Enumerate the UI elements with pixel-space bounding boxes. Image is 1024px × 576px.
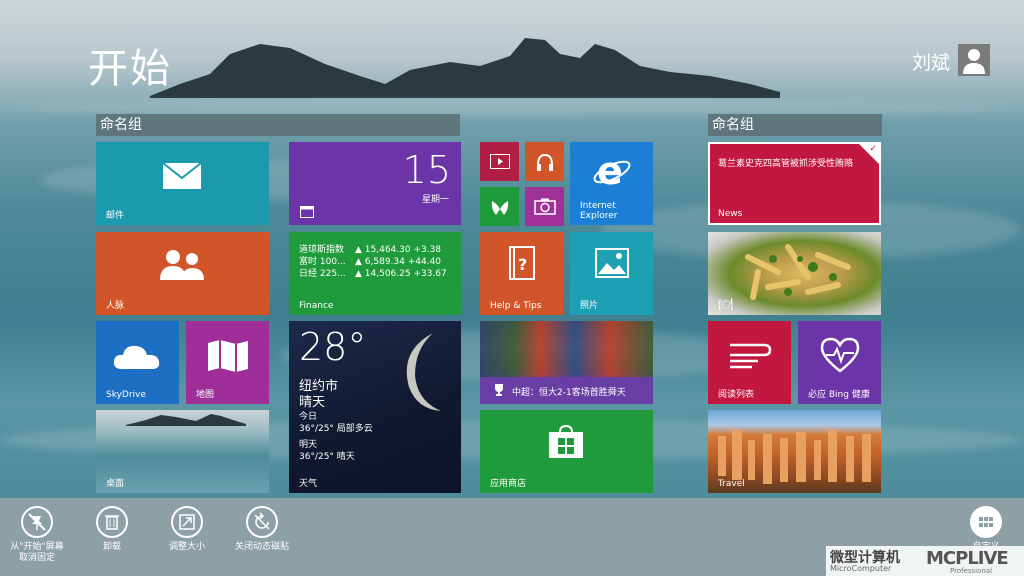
tile-video[interactable] <box>480 142 519 181</box>
weather-temp: 28° <box>299 325 367 369</box>
live-tile-off-icon <box>246 506 278 538</box>
moon-icon <box>406 333 441 411</box>
resize-button[interactable]: 调整大小 <box>147 506 227 553</box>
group-header-1[interactable]: 命名组 <box>96 114 460 136</box>
tile-weather[interactable]: 28° 纽约市 晴天 今日 36°/25° 局部多云 明天 36°/25° 晴天… <box>289 321 461 493</box>
tile-games[interactable] <box>480 187 519 226</box>
tile-label: 必应 Bing 健康 <box>808 390 870 400</box>
dining-icon: 🍽 <box>718 297 734 311</box>
tile-label: 桌面 <box>106 479 125 489</box>
uninstall-button[interactable]: 卸载 <box>72 506 152 553</box>
appbar-label: 卸载 <box>102 542 121 552</box>
tile-photos[interactable]: 照片 <box>570 232 653 315</box>
reading-list-icon <box>730 343 772 369</box>
ie-icon: e <box>593 150 631 190</box>
weather-condition: 晴天 <box>299 395 326 410</box>
tile-label: Internet Explorer <box>580 201 618 221</box>
health-heart-icon <box>820 337 860 373</box>
user-avatar[interactable] <box>958 44 990 76</box>
user-name[interactable]: 刘斌 <box>912 48 950 75</box>
trash-icon <box>96 506 128 538</box>
svg-text:?: ? <box>518 255 527 274</box>
trophy-icon <box>495 384 503 396</box>
photo-icon <box>595 248 629 278</box>
appbar-label: 从"开始"屏幕 取消固定 <box>10 542 64 563</box>
tile-label: 地图 <box>196 390 215 400</box>
turn-off-live-tile-button[interactable]: 关闭动态磁贴 <box>222 506 302 553</box>
people-icon <box>160 250 204 280</box>
customize-icon <box>970 506 1002 538</box>
tile-help-tips[interactable]: ? Help & Tips <box>480 232 563 315</box>
tile-label: 阅读列表 <box>718 390 755 400</box>
tile-finance[interactable]: 道琼斯指数 ▲ 15,464.30 +3.38 富时 100... ▲ 6,589.… <box>289 232 461 315</box>
headphones-icon <box>537 153 553 171</box>
weather-today: 36°/25° 局部多云 <box>299 424 373 434</box>
page-title: 开始 <box>88 46 172 92</box>
tile-label: Finance <box>299 301 334 311</box>
map-icon <box>208 340 248 372</box>
tile-music[interactable] <box>525 142 564 181</box>
rock-silhouette <box>150 38 780 98</box>
video-icon <box>490 154 510 169</box>
xbox-icon <box>491 201 509 215</box>
tile-label: 天气 <box>299 479 318 489</box>
cloud-icon <box>113 345 160 369</box>
weather-tomorrow-label: 明天 <box>299 440 318 450</box>
sports-photo <box>480 321 653 377</box>
camera-icon <box>534 198 556 215</box>
tile-people[interactable]: 人脉 <box>96 232 269 315</box>
tile-label: News <box>718 209 743 219</box>
calendar-icon <box>300 206 314 218</box>
tile-internet-explorer[interactable]: e Internet Explorer <box>570 142 653 225</box>
tile-travel[interactable]: Travel <box>708 410 881 493</box>
resize-icon <box>171 506 203 538</box>
tile-store[interactable]: 应用商店 <box>480 410 653 493</box>
tile-food[interactable]: 🍽 <box>708 232 881 315</box>
tile-label: 应用商店 <box>490 479 527 489</box>
tile-bing-health[interactable]: 必应 Bing 健康 <box>798 321 881 404</box>
tile-label: 邮件 <box>106 211 125 221</box>
tile-skydrive[interactable]: SkyDrive <box>96 321 179 404</box>
news-headline: 葛兰素史克四高管被抓涉受性贿赂 <box>718 159 854 169</box>
store-icon <box>549 424 583 458</box>
tile-sports[interactable]: 中超：恒大2-1客场首胜舜天 <box>480 321 653 404</box>
appbar-label: 调整大小 <box>168 542 205 552</box>
unpin-button[interactable]: 从"开始"屏幕 取消固定 <box>0 506 77 564</box>
group-header-2[interactable]: 命名组 <box>708 114 882 136</box>
watermark-logo: 微型计算机 MicroComputer MCPLIVE Professional <box>826 546 1024 576</box>
finance-row: 日经 225... ▲ 14,506.25 +33.67 <box>299 269 447 279</box>
weather-tomorrow: 36°/25° 晴天 <box>299 452 355 462</box>
finance-row: 富时 100... ▲ 6,589.34 +44.40 <box>299 257 442 267</box>
calendar-weekday: 星期一 <box>421 195 449 205</box>
tile-mail[interactable]: 邮件 <box>96 142 269 225</box>
weather-today-label: 今日 <box>299 412 318 422</box>
tile-maps[interactable]: 地图 <box>186 321 269 404</box>
mail-icon <box>162 162 202 189</box>
food-photo <box>745 244 851 300</box>
tile-camera[interactable] <box>525 187 564 226</box>
tile-label: Travel <box>718 479 745 489</box>
tile-label: SkyDrive <box>106 390 146 400</box>
rock-silhouette-thumb <box>126 414 246 426</box>
sports-headline: 中超：恒大2-1客场首胜舜天 <box>512 388 626 398</box>
unpin-icon <box>21 506 53 538</box>
tile-desktop[interactable]: 桌面 <box>96 410 269 493</box>
calendar-day: 15 <box>402 148 451 192</box>
appbar-label: 关闭动态磁贴 <box>234 542 289 552</box>
tile-label: 照片 <box>580 301 599 311</box>
help-book-icon: ? <box>509 246 535 280</box>
tile-label: 人脉 <box>106 301 125 311</box>
tile-label: Help & Tips <box>490 301 542 311</box>
tile-reading-list[interactable]: 阅读列表 <box>708 321 791 404</box>
tile-news[interactable]: 葛兰素史克四高管被抓涉受性贿赂 ✓ News <box>708 142 881 225</box>
check-mark: ✓ <box>869 144 877 154</box>
finance-row: 道琼斯指数 ▲ 15,464.30 +3.38 <box>299 245 442 255</box>
tile-calendar[interactable]: 15 星期一 <box>289 142 461 225</box>
user-icon <box>963 49 985 74</box>
